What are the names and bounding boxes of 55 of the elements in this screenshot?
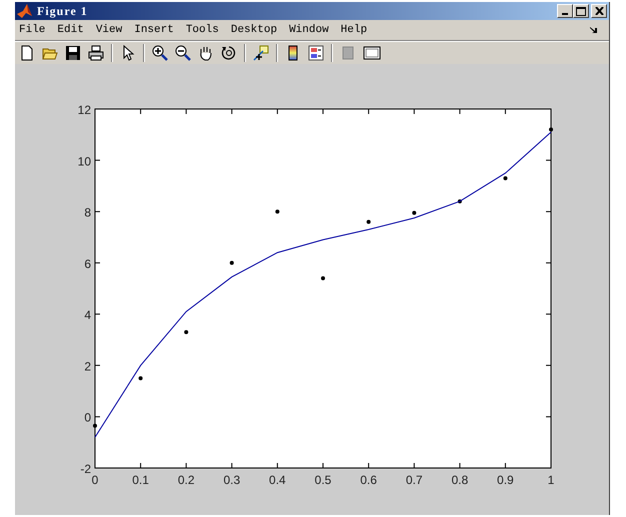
tick-label: 4 (84, 308, 91, 322)
data-point (458, 199, 462, 204)
zoom-in-icon[interactable] (152, 45, 168, 61)
tick-label: 10 (78, 154, 91, 168)
tick-label: 8 (84, 206, 91, 220)
data-point (138, 376, 143, 380)
tick-label: 0 (92, 473, 98, 487)
window-frame-icon[interactable] (363, 45, 381, 61)
legend-icon[interactable] (308, 45, 324, 61)
menu-item[interactable]: Insert (134, 24, 174, 36)
new-document-icon[interactable] (19, 45, 35, 61)
data-point (321, 276, 325, 280)
tick-label: 0.3 (223, 473, 240, 487)
data-point (503, 176, 508, 180)
printer-icon[interactable] (88, 45, 104, 61)
tick-label: 0.4 (269, 473, 286, 487)
data-point (549, 128, 553, 132)
data-point (275, 210, 280, 214)
menu-item[interactable]: Help (340, 24, 368, 36)
close-button[interactable] (591, 4, 607, 18)
maximize-button[interactable] (573, 4, 589, 18)
menu-item[interactable]: Desktop (230, 24, 278, 36)
tick-label: -2 (80, 462, 91, 476)
close-icon (594, 7, 604, 15)
hand-icon[interactable] (198, 45, 214, 61)
menu-item[interactable]: Window (289, 24, 329, 36)
tick-label: 0 (84, 410, 91, 425)
window-title: Figure 1 (37, 4, 88, 18)
tick-label: 2 (84, 359, 91, 374)
data-point (412, 210, 416, 215)
rotate-icon[interactable] (221, 45, 237, 61)
menu-item[interactable]: Tools (186, 24, 219, 36)
minimize-button[interactable] (557, 4, 573, 18)
tick-label: 12 (78, 103, 91, 117)
menu-item[interactable]: View (96, 24, 122, 36)
tick-label: 0.1 (132, 473, 149, 487)
tick-label: 0.2 (178, 473, 195, 487)
data-point (366, 220, 371, 224)
dock-arrow-icon[interactable] (590, 27, 597, 33)
data-cursor-icon[interactable] (253, 45, 269, 61)
tick-label: 6 (84, 256, 91, 271)
data-point (184, 330, 188, 334)
tick-label: 0.5 (314, 473, 332, 487)
maximize-icon (576, 6, 586, 16)
menu-item[interactable]: File (19, 24, 46, 36)
zoom-out-icon[interactable] (175, 45, 191, 61)
data-point (230, 260, 234, 265)
tick-label: 0.6 (360, 473, 377, 487)
tick-label: 0.7 (406, 473, 423, 487)
peak-icon (17, 4, 33, 18)
menu-item[interactable]: Edit (57, 24, 84, 36)
data-point (93, 424, 97, 428)
tick-label: 0.8 (451, 473, 468, 487)
tick-label: 0.9 (497, 473, 514, 487)
tick-label: 1 (548, 473, 554, 487)
